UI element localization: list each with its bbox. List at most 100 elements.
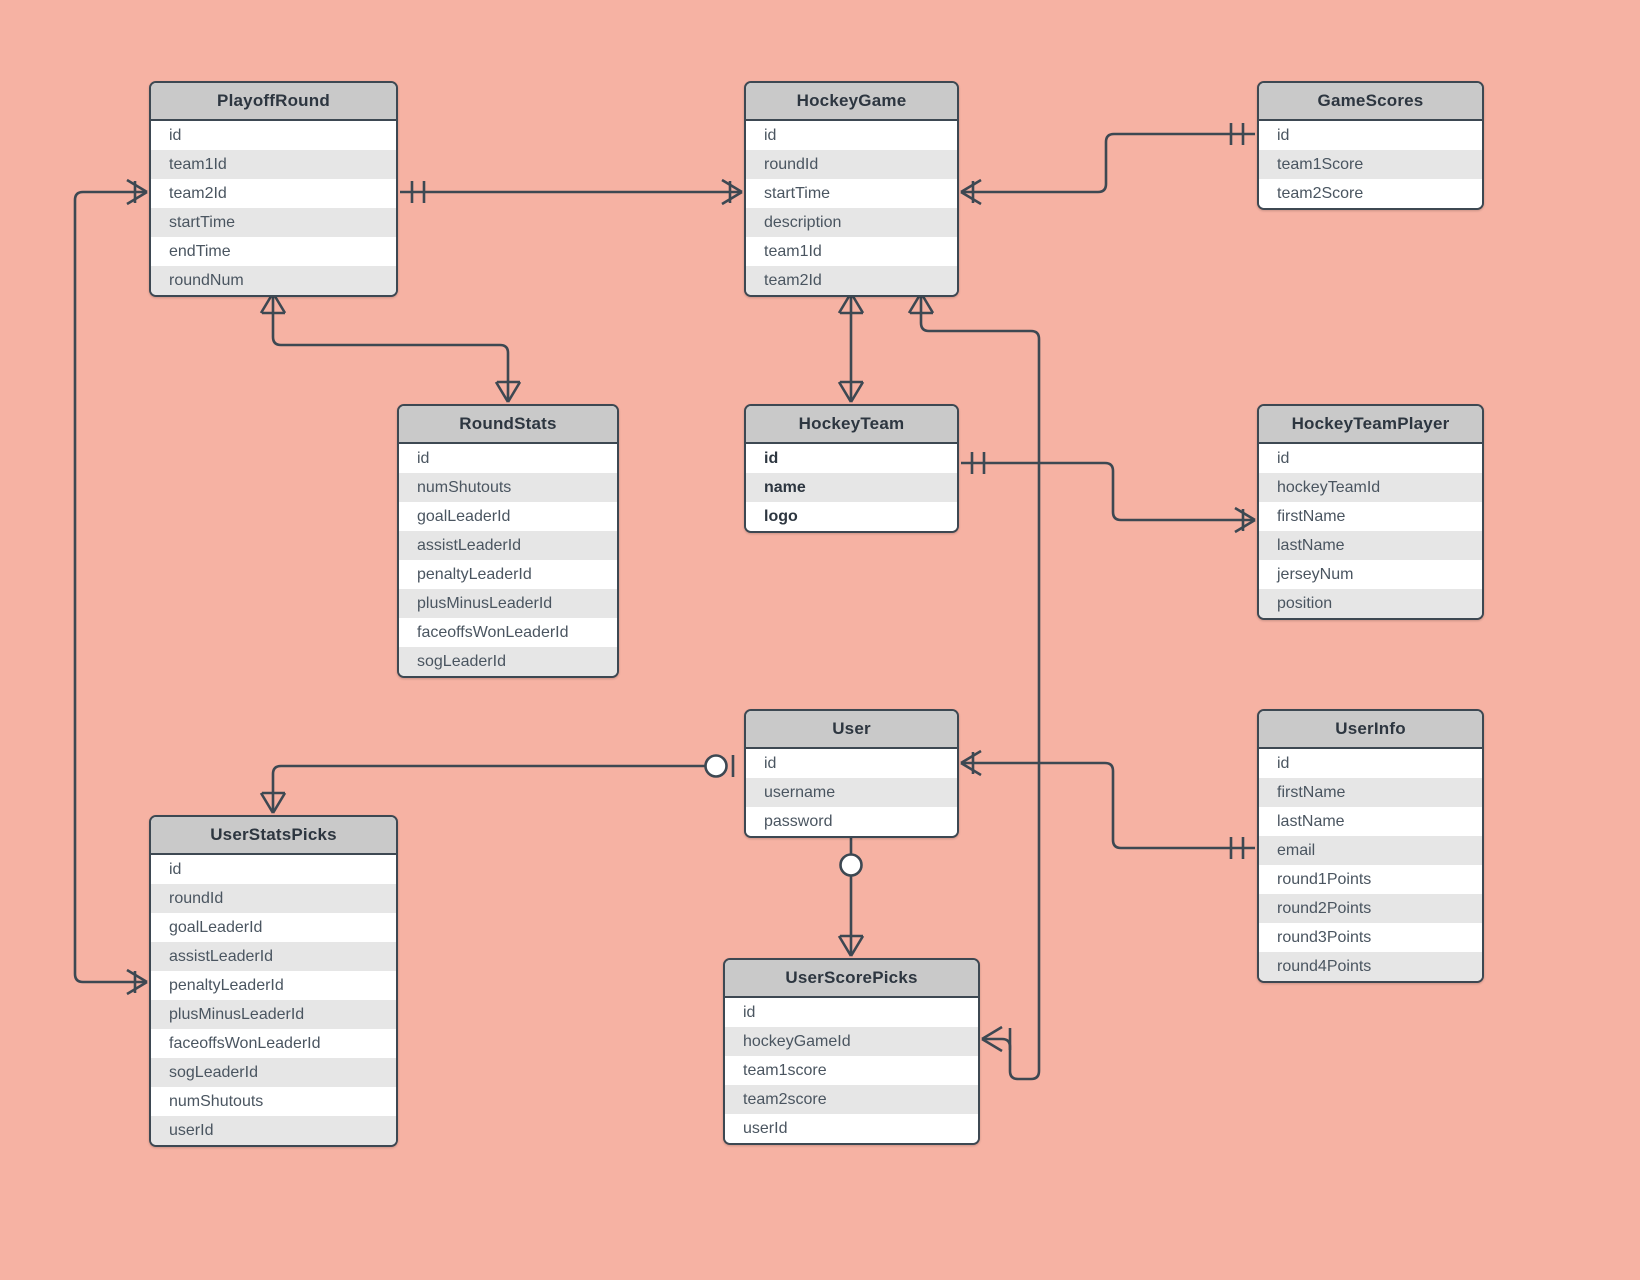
- link-hockeygame-gamescores: [961, 132, 1255, 194]
- attribute-row: id: [1259, 444, 1482, 473]
- link-user-userinfo: [961, 761, 1255, 850]
- attribute-list: id hockeyTeamId firstName lastName jerseyNum…: [1259, 444, 1482, 618]
- card-hockeyteamplayer-left-crow: [1234, 506, 1256, 534]
- entity-title: HockeyTeamPlayer: [1259, 406, 1482, 444]
- attribute-row: goalLeaderId: [399, 502, 617, 531]
- attribute-row: hockeyGameId: [725, 1027, 978, 1056]
- attribute-list: id firstName lastName email round1Points roun…: [1259, 749, 1482, 981]
- attribute-row: id: [746, 121, 957, 150]
- attribute-row: roundId: [746, 150, 957, 179]
- attribute-row: id: [151, 855, 396, 884]
- attribute-row: id: [151, 121, 396, 150]
- attribute-row: team2Score: [1259, 179, 1482, 208]
- link-user-userstatspicks: [271, 764, 705, 813]
- entity-title: UserInfo: [1259, 711, 1482, 749]
- entity-playoffround[interactable]: PlayoffRound id team1Id team2Id startTime end…: [149, 81, 398, 297]
- attribute-row: name: [746, 473, 957, 502]
- attribute-list: id username password: [746, 749, 957, 836]
- card-hockeyteam-top-crow: [837, 381, 865, 403]
- entity-userstatspicks[interactable]: UserStatsPicks id roundId goalLeaderId assis…: [149, 815, 398, 1147]
- attribute-row: description: [746, 208, 957, 237]
- attribute-row: plusMinusLeaderId: [151, 1000, 396, 1029]
- attribute-row: password: [746, 807, 957, 836]
- attribute-row: id: [746, 444, 957, 473]
- attribute-row: id: [1259, 749, 1482, 778]
- attribute-row: plusMinusLeaderId: [399, 589, 617, 618]
- attribute-row: team1Score: [1259, 150, 1482, 179]
- attribute-row: assistLeaderId: [151, 942, 396, 971]
- entity-userinfo[interactable]: UserInfo id firstName lastName email round1Po…: [1257, 709, 1484, 983]
- attribute-row: endTime: [151, 237, 396, 266]
- attribute-row: round3Points: [1259, 923, 1482, 952]
- attribute-row: id: [399, 444, 617, 473]
- card-roundstats-top-crow: [494, 381, 522, 403]
- entity-hockeyteamplayer[interactable]: HockeyTeamPlayer id hockeyTeamId firstName l…: [1257, 404, 1484, 620]
- er-diagram-canvas: PlayoffRound id team1Id team2Id startTime end…: [0, 0, 1640, 1280]
- attribute-row: penaltyLeaderId: [151, 971, 396, 1000]
- entity-title: HockeyGame: [746, 83, 957, 121]
- attribute-row: logo: [746, 502, 957, 531]
- attribute-row: goalLeaderId: [151, 913, 396, 942]
- attribute-row: round1Points: [1259, 865, 1482, 894]
- entity-roundstats[interactable]: RoundStats id numShutouts goalLeaderId assis…: [397, 404, 619, 678]
- attribute-list: id roundId goalLeaderId assistLeaderId penal…: [151, 855, 396, 1145]
- attribute-row: startTime: [151, 208, 396, 237]
- card-user-right-crow: [960, 749, 982, 777]
- attribute-row: round2Points: [1259, 894, 1482, 923]
- attribute-row: faceoffsWonLeaderId: [151, 1029, 396, 1058]
- attribute-row: lastName: [1259, 531, 1482, 560]
- link-playoffround-userstatspicks: [73, 190, 147, 984]
- card-userscorepicks-right-crow: [981, 1025, 1003, 1053]
- attribute-row: jerseyNum: [1259, 560, 1482, 589]
- card-userstatspicks-top-crow: [259, 792, 287, 814]
- entity-user[interactable]: User id username password: [744, 709, 959, 838]
- attribute-row: round4Points: [1259, 952, 1482, 981]
- attribute-list: id team1Score team2Score: [1259, 121, 1482, 208]
- attribute-row: id: [1259, 121, 1482, 150]
- entity-hockeyteam[interactable]: HockeyTeam id name logo: [744, 404, 959, 533]
- attribute-row: team1Id: [746, 237, 957, 266]
- entity-title: PlayoffRound: [151, 83, 396, 121]
- card-playoffround-left-crow: [126, 178, 148, 206]
- link-playoffround-roundstats: [271, 293, 510, 402]
- entity-title: HockeyTeam: [746, 406, 957, 444]
- attribute-row: team1Id: [151, 150, 396, 179]
- entity-title: UserScorePicks: [725, 960, 978, 998]
- attribute-row: assistLeaderId: [399, 531, 617, 560]
- attribute-row: id: [725, 998, 978, 1027]
- attribute-row: hockeyTeamId: [1259, 473, 1482, 502]
- attribute-list: id team1Id team2Id startTime endTime roundNum: [151, 121, 396, 295]
- attribute-row: roundId: [151, 884, 396, 913]
- attribute-row: team2Id: [746, 266, 957, 295]
- entity-gamescores[interactable]: GameScores id team1Score team2Score: [1257, 81, 1484, 210]
- entity-title: UserStatsPicks: [151, 817, 396, 855]
- attribute-row: username: [746, 778, 957, 807]
- attribute-row: startTime: [746, 179, 957, 208]
- card-userstatspicks-left-crow: [126, 968, 148, 996]
- attribute-row: sogLeaderId: [399, 647, 617, 676]
- entity-userscorepicks[interactable]: UserScorePicks id hockeyGameId team1score te…: [723, 958, 980, 1145]
- link-hockeyteam-hockeyteamplayer: [961, 461, 1255, 522]
- entity-title: User: [746, 711, 957, 749]
- attribute-row: numShutouts: [151, 1087, 396, 1116]
- attribute-list: id name logo: [746, 444, 957, 531]
- entity-title: RoundStats: [399, 406, 617, 444]
- attribute-row: sogLeaderId: [151, 1058, 396, 1087]
- attribute-row: team2Id: [151, 179, 396, 208]
- attribute-row: lastName: [1259, 807, 1482, 836]
- attribute-row: firstName: [1259, 502, 1482, 531]
- attribute-list: id hockeyGameId team1score team2score userId: [725, 998, 978, 1143]
- card-hockeygame-right-crow: [960, 178, 982, 206]
- attribute-row: roundNum: [151, 266, 396, 295]
- entity-hockeygame[interactable]: HockeyGame id roundId startTime description t…: [744, 81, 959, 297]
- attribute-row: faceoffsWonLeaderId: [399, 618, 617, 647]
- attribute-row: penaltyLeaderId: [399, 560, 617, 589]
- card-hockeygame-left-crow: [721, 178, 743, 206]
- attribute-row: team2score: [725, 1085, 978, 1114]
- attribute-row: id: [746, 749, 957, 778]
- entity-title: GameScores: [1259, 83, 1482, 121]
- card-user-left-circle: [704, 754, 728, 778]
- card-userscorepicks-top-crow: [837, 935, 865, 957]
- card-user-bottom-circle: [839, 853, 863, 877]
- attribute-row: position: [1259, 589, 1482, 618]
